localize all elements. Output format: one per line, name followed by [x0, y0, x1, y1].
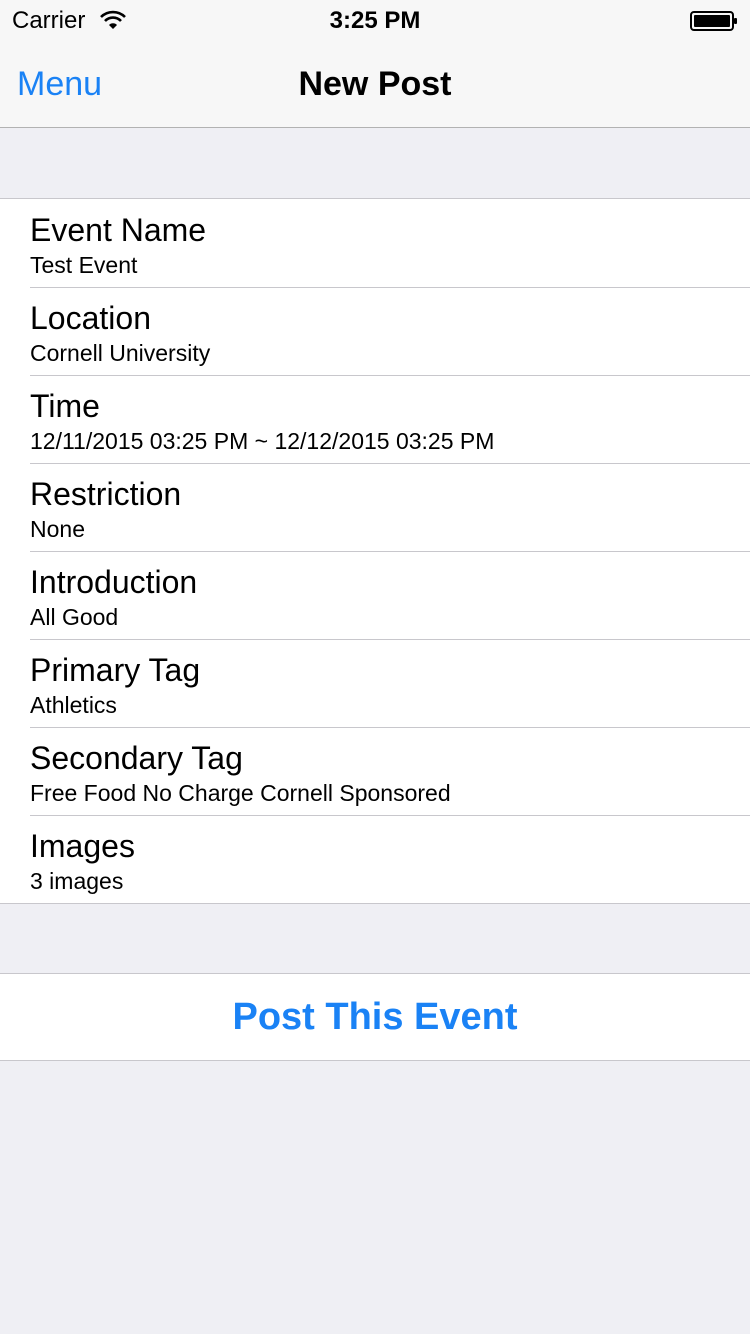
field-primary-tag[interactable]: Primary Tag Athletics	[0, 639, 750, 727]
status-bar: Carrier 3:25 PM	[0, 0, 750, 40]
field-label: Secondary Tag	[30, 740, 243, 776]
field-images[interactable]: Images 3 images	[0, 815, 750, 903]
battery-icon	[690, 11, 737, 31]
field-label: Location	[30, 300, 151, 336]
event-form: Event Name Test Event Location Cornell U…	[0, 198, 750, 904]
post-event-button[interactable]: Post This Event	[0, 974, 750, 1060]
field-event-name[interactable]: Event Name Test Event	[0, 199, 750, 287]
page-title: New Post	[298, 65, 452, 103]
field-introduction[interactable]: Introduction All Good	[0, 551, 750, 639]
field-value: 3 images	[30, 868, 124, 894]
field-label: Images	[30, 828, 135, 864]
field-label: Introduction	[30, 564, 198, 600]
field-value: All Good	[30, 604, 119, 630]
status-time: 3:25 PM	[329, 7, 421, 34]
field-label: Event Name	[30, 212, 207, 248]
field-label: Primary Tag	[30, 652, 201, 688]
field-value: Test Event	[30, 252, 138, 278]
field-value: Free Food No Charge Cornell Sponsored	[30, 780, 451, 806]
field-time[interactable]: Time 12/11/2015 03:25 PM ~ 12/12/2015 03…	[0, 375, 750, 463]
field-value: Cornell University	[30, 340, 211, 366]
field-value: None	[30, 516, 85, 542]
field-label: Restriction	[30, 476, 182, 512]
navigation-bar: Menu New Post	[0, 40, 750, 128]
action-section: Post This Event	[0, 973, 750, 1061]
field-location[interactable]: Location Cornell University	[0, 287, 750, 375]
field-value: 12/11/2015 03:25 PM ~ 12/12/2015 03:25 P…	[30, 428, 495, 454]
field-value: Athletics	[30, 692, 117, 718]
field-secondary-tag[interactable]: Secondary Tag Free Food No Charge Cornel…	[0, 727, 750, 815]
field-label: Time	[30, 388, 100, 424]
field-restriction[interactable]: Restriction None	[0, 463, 750, 551]
